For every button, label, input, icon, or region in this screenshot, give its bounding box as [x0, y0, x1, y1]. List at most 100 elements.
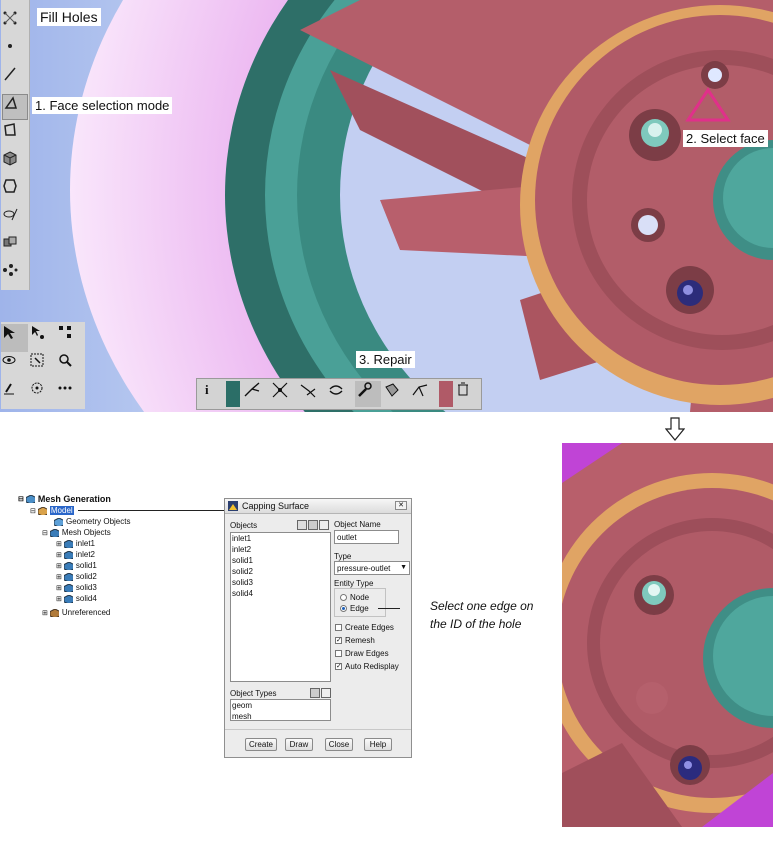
fill-patch-icon[interactable] — [383, 381, 409, 407]
more-options-icon[interactable] — [57, 380, 84, 408]
object-cube-icon — [63, 583, 73, 592]
tree-node-item[interactable]: ⊞ solid4 — [56, 594, 97, 603]
repair-toolbar: i — [196, 378, 482, 410]
face-triangle-icon[interactable] — [2, 94, 28, 120]
object-cube-icon — [63, 550, 73, 559]
zone-icon[interactable] — [2, 178, 28, 204]
type-label: Type — [334, 552, 352, 561]
remesh-checkbox[interactable]: ✓ Remesh — [335, 636, 375, 645]
select-face-label: 2. Select face — [683, 130, 768, 147]
object-cube-icon — [63, 572, 73, 581]
dialog-titlebar: Capping Surface ✕ — [225, 499, 411, 514]
delete-trash-icon[interactable] — [455, 381, 481, 407]
tree-node-mesh-objects[interactable]: ⊟ Mesh Objects — [42, 528, 111, 537]
model-tree: ⊟ Mesh Generation ⊟ Model Geometry Objec… — [18, 492, 158, 622]
edge-callout-line — [378, 608, 400, 609]
graphics-viewport[interactable]: Fill Holes 1. Face selection mode 2. Sel… — [0, 0, 773, 412]
tree-node-unreferenced[interactable]: ⊞ Unreferenced — [42, 608, 110, 617]
swap-icon[interactable] — [327, 381, 353, 407]
svg-text:i: i — [205, 382, 209, 397]
collapse-icon[interactable] — [271, 381, 297, 407]
close-icon[interactable]: ✕ — [395, 501, 407, 510]
select-arrow-icon[interactable] — [1, 324, 28, 352]
list-icon[interactable] — [308, 520, 318, 530]
select-multi-icon[interactable] — [57, 324, 84, 352]
info-icon[interactable]: i — [199, 381, 225, 407]
list-item[interactable]: solid4 — [231, 588, 330, 599]
object-name-label: Object Name — [334, 520, 381, 529]
view-tools-grid — [1, 322, 85, 409]
create-edges-checkbox[interactable]: Create Edges — [335, 623, 394, 632]
tree-node-item[interactable]: ⊞ solid2 — [56, 572, 97, 581]
object-name-field[interactable]: outlet — [334, 530, 399, 544]
visibility-icon[interactable] — [2, 206, 28, 232]
tree-node-mesh-generation[interactable]: ⊟ Mesh Generation — [18, 494, 111, 504]
objects-list[interactable]: inlet1 inlet2 solid1 solid2 solid3 solid… — [230, 532, 331, 682]
toolbar-separator-2 — [439, 381, 453, 407]
object-types-label: Object Types — [230, 689, 277, 698]
face-quad-icon[interactable] — [2, 122, 28, 148]
edge-line-icon[interactable] — [2, 66, 28, 92]
object-types-list[interactable]: geom mesh — [230, 699, 331, 721]
smooth-icon[interactable] — [299, 381, 325, 407]
point-icon[interactable] — [2, 38, 28, 64]
auto-redisplay-checkbox[interactable]: ✓ Auto Redisplay — [335, 662, 399, 671]
deselect-icon-2[interactable] — [321, 688, 331, 698]
list-item[interactable]: solid3 — [231, 577, 330, 588]
grid-points-icon[interactable] — [2, 10, 28, 36]
capping-surface-dialog: Capping Surface ✕ Objects inlet1 inlet2 … — [224, 498, 412, 758]
scatter-select-icon[interactable] — [29, 380, 56, 408]
dialog-divider — [225, 729, 411, 730]
entity-edge-radio[interactable]: Edge — [340, 604, 369, 613]
object-cube-icon — [63, 561, 73, 570]
split-edge-icon[interactable] — [243, 381, 269, 407]
help-button[interactable]: Help — [364, 738, 392, 751]
draw-button[interactable]: Draw — [285, 738, 313, 751]
tree-node-item[interactable]: ⊞ inlet2 — [56, 550, 95, 559]
select-all-icon[interactable] — [297, 520, 307, 530]
view-eye-icon[interactable] — [1, 352, 28, 380]
deselect-icon[interactable] — [319, 520, 329, 530]
list-item[interactable]: mesh — [231, 711, 330, 722]
type-value: pressure-outlet — [337, 564, 391, 573]
list-item[interactable]: solid1 — [231, 555, 330, 566]
cube-icon — [25, 495, 35, 503]
improve-icon[interactable] — [411, 381, 437, 407]
list-item[interactable]: inlet2 — [231, 544, 330, 555]
dialog-title: Capping Surface — [242, 501, 310, 511]
object-cube-icon — [63, 539, 73, 548]
tree-node-model[interactable]: ⊟ Model — [30, 506, 74, 515]
objects-label: Objects — [230, 521, 258, 530]
repair-wrench-icon[interactable] — [355, 381, 381, 407]
close-button[interactable]: Close — [325, 738, 353, 751]
cell-cube-icon[interactable] — [2, 150, 28, 176]
selection-filter-toolbar — [1, 0, 30, 290]
list-item[interactable]: solid2 — [231, 566, 330, 577]
tree-node-item[interactable]: ⊞ solid1 — [56, 561, 97, 570]
create-button[interactable]: Create — [245, 738, 277, 751]
object-icon[interactable] — [2, 234, 28, 260]
probe-icon[interactable] — [1, 380, 28, 408]
connector-line — [78, 510, 224, 511]
box-zoom-icon[interactable] — [29, 352, 56, 380]
list-icon-2[interactable] — [310, 688, 320, 698]
node-cluster-icon[interactable] — [2, 262, 28, 288]
tree-node-item[interactable]: ⊞ solid3 — [56, 583, 97, 592]
entity-node-radio[interactable]: Node — [340, 593, 369, 602]
model-icon — [37, 506, 47, 515]
toolbar-separator — [226, 381, 240, 407]
geometry-icon — [54, 517, 63, 526]
select-point-icon[interactable] — [29, 324, 56, 352]
down-arrow-icon — [664, 417, 686, 446]
list-item[interactable]: inlet1 — [231, 533, 330, 544]
zoomed-result-view — [562, 443, 773, 827]
zoomed-wheel-render — [562, 443, 773, 827]
tree-node-geometry-objects[interactable]: Geometry Objects — [54, 517, 130, 526]
type-select[interactable]: pressure-outlet ▼ — [334, 561, 410, 575]
draw-edges-checkbox[interactable]: Draw Edges — [335, 649, 389, 658]
entity-type-group: Node Edge — [334, 588, 386, 617]
entity-type-label: Entity Type — [334, 579, 374, 588]
tree-node-item[interactable]: ⊞ inlet1 — [56, 539, 95, 548]
zoom-magnifier-icon[interactable] — [57, 352, 84, 380]
list-item[interactable]: geom — [231, 700, 330, 711]
